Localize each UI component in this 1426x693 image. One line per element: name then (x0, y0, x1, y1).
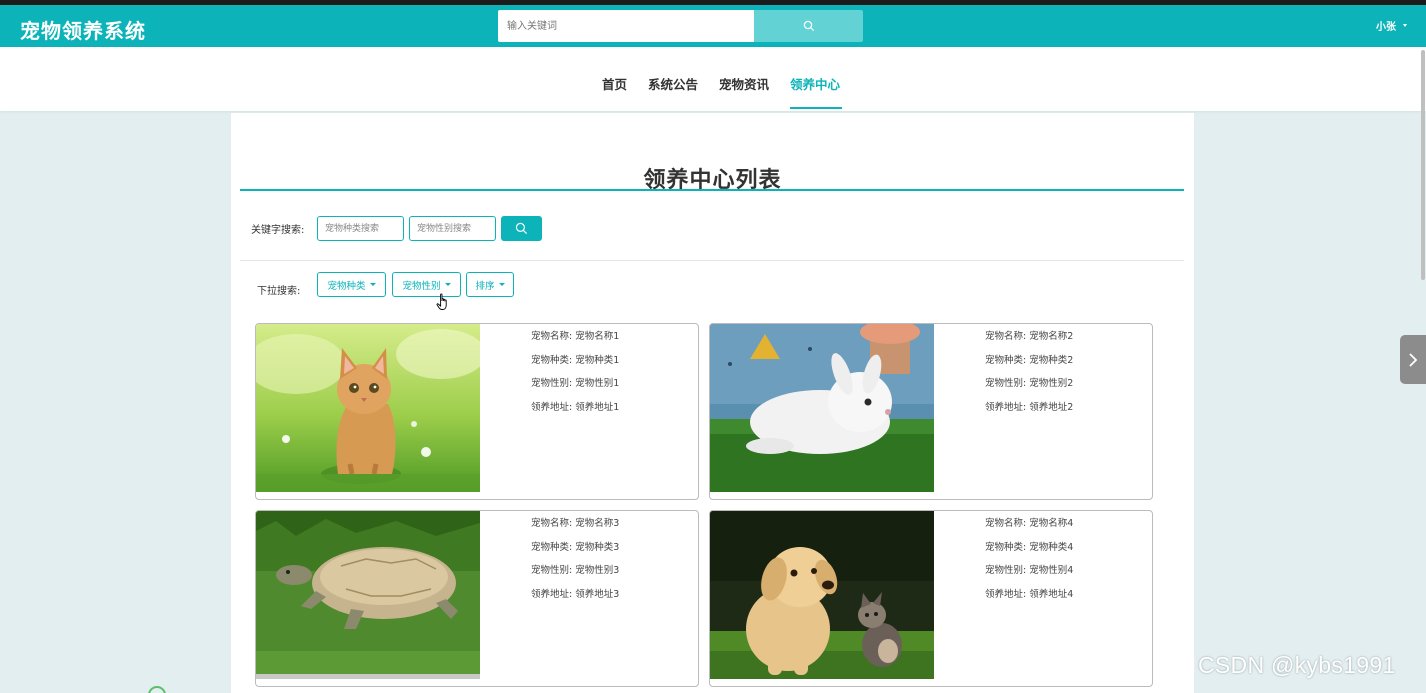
pet-info: 宠物名称: 宠物名称1 宠物种类: 宠物种类1 宠物性别: 宠物性别1 领养地址… (531, 330, 619, 424)
pet-card[interactable]: 宠物名称: 宠物名称4 宠物种类: 宠物种类4 宠物性别: 宠物性别4 领养地址… (709, 510, 1153, 687)
nav-item-announcements[interactable]: 系统公告 (648, 74, 698, 93)
pet-gender: 宠物性别: 宠物性别3 (531, 565, 620, 576)
content-panel: 领养中心列表 关键字搜索: 下拉搜索: 宠物种类 宠物性别 排序 (231, 113, 1194, 693)
gender-dropdown-label: 宠物性别 (402, 280, 441, 292)
pet-card[interactable]: 宠物名称: 宠物名称1 宠物种类: 宠物种类1 宠物性别: 宠物性别1 领养地址… (255, 323, 699, 500)
user-menu[interactable]: 小张 (1376, 18, 1407, 33)
gender-dropdown[interactable]: 宠物性别 (392, 272, 461, 297)
pet-info: 宠物名称: 宠物名称4 宠物种类: 宠物种类4 宠物性别: 宠物性别4 领养地址… (985, 517, 1073, 611)
pet-name: 宠物名称: 宠物名称2 (985, 331, 1074, 342)
pet-address: 领养地址: 领养地址1 (531, 401, 620, 413)
pet-address: 领养地址: 领养地址4 (985, 588, 1074, 600)
pet-species: 宠物种类: 宠物种类4 (985, 541, 1074, 553)
header-search-input[interactable] (498, 10, 754, 42)
keyword-search-label: 关键字搜索: (251, 225, 305, 236)
search-icon (515, 222, 528, 235)
user-name: 小张 (1376, 22, 1396, 33)
pet-photo-tortoise[interactable] (256, 511, 480, 679)
pet-gender: 宠物性别: 宠物性别4 (985, 565, 1074, 576)
nav-item-home[interactable]: 首页 (602, 74, 627, 93)
pet-photo-rabbit[interactable] (710, 324, 934, 492)
pet-address: 领养地址: 领养地址2 (985, 401, 1074, 413)
pet-species: 宠物种类: 宠物种类2 (985, 354, 1074, 366)
nav-item-adoption-center[interactable]: 领养中心 (790, 74, 840, 93)
species-dropdown[interactable]: 宠物种类 (317, 272, 386, 297)
sort-dropdown[interactable]: 排序 (466, 272, 514, 297)
chevron-down-icon (1403, 24, 1407, 27)
pet-species: 宠物种类: 宠物种类3 (531, 541, 620, 553)
pet-species: 宠物种类: 宠物种类1 (531, 354, 620, 366)
section-divider (240, 260, 1184, 261)
chevron-right-icon (1409, 352, 1418, 367)
site-brand[interactable]: 宠物领养系统 (20, 15, 146, 44)
main-nav: 首页 系统公告 宠物资讯 领养中心 (0, 47, 1426, 111)
floating-action-button[interactable] (148, 686, 166, 693)
search-icon (803, 20, 814, 32)
pet-name: 宠物名称: 宠物名称3 (531, 518, 620, 529)
header-bar: 宠物领养系统 小张 (0, 5, 1426, 47)
pet-card[interactable]: 宠物名称: 宠物名称3 宠物种类: 宠物种类3 宠物性别: 宠物性别3 领养地址… (255, 510, 699, 687)
header-search-button[interactable] (754, 10, 863, 42)
next-page-button[interactable] (1400, 335, 1426, 384)
pet-gender: 宠物性别: 宠物性别1 (531, 378, 620, 389)
scrollbar-thumb[interactable] (1421, 50, 1425, 280)
hand-cursor-icon (436, 293, 447, 310)
pet-gender: 宠物性别: 宠物性别2 (985, 378, 1074, 389)
gender-search-input[interactable] (409, 216, 496, 241)
sort-dropdown-label: 排序 (475, 280, 495, 292)
pet-photo-kitten[interactable] (256, 324, 480, 492)
species-search-input[interactable] (317, 216, 404, 241)
chevron-down-icon (369, 283, 376, 286)
pet-info: 宠物名称: 宠物名称3 宠物种类: 宠物种类3 宠物性别: 宠物性别3 领养地址… (531, 517, 619, 611)
pet-photo-puppy-and-kitten[interactable] (710, 511, 934, 679)
chevron-down-icon (444, 283, 451, 286)
title-divider (240, 189, 1184, 191)
pet-name: 宠物名称: 宠物名称4 (985, 518, 1074, 529)
chevron-down-icon (498, 283, 505, 286)
species-dropdown-label: 宠物种类 (327, 280, 366, 292)
pet-info: 宠物名称: 宠物名称2 宠物种类: 宠物种类2 宠物性别: 宠物性别2 领养地址… (985, 330, 1073, 424)
pet-card[interactable]: 宠物名称: 宠物名称2 宠物种类: 宠物种类2 宠物性别: 宠物性别2 领养地址… (709, 323, 1153, 500)
watermark: CSDN @kybs1991 (1198, 652, 1396, 678)
pet-address: 领养地址: 领养地址3 (531, 588, 620, 600)
pet-name: 宠物名称: 宠物名称1 (531, 331, 620, 342)
active-nav-indicator (790, 107, 842, 109)
keyword-search-button[interactable] (501, 216, 542, 241)
dropdown-search-label: 下拉搜索: (257, 286, 301, 297)
nav-item-pet-news[interactable]: 宠物资讯 (719, 74, 769, 93)
